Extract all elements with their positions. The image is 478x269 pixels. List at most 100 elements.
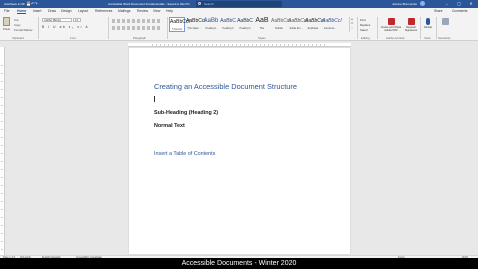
vertical-ruler[interactable] [0,47,5,255]
paste-icon[interactable] [3,17,10,26]
minimize-button[interactable]: – [444,1,450,7]
font-formatting-buttons[interactable]: B I U ab x₂ x² A [42,25,89,29]
tab-review[interactable]: Review [137,9,148,13]
style-subtitle[interactable]: AaBbCcI Subtitle [271,17,291,32]
style-title[interactable]: AaB Title [254,17,270,32]
font-size-select[interactable]: 11 [73,18,81,22]
dictate-label: Dictate [423,26,433,29]
tab-draw[interactable]: Draw [48,9,56,13]
ribbon-tabs: File Home Insert Draw Design Layout Refe… [0,8,478,15]
tab-mailings[interactable]: Mailings [118,9,130,13]
style-sample: AaBbCcI [186,18,206,24]
tab-layout[interactable]: Layout [78,9,88,13]
search-box[interactable]: Search [196,1,282,7]
styles-group-label: Styles [258,36,266,40]
select-button[interactable]: Select [360,28,368,32]
group-divider [377,17,378,39]
close-button[interactable]: ✕ [468,1,474,7]
style-sample: AaBbC [220,18,236,24]
style-name: Heading 1 [205,27,217,30]
tab-references[interactable]: References [95,9,112,13]
ribbon: Paste Cut Copy Format Painter Clipboard … [0,15,478,41]
request-signatures-label: Request Signatures [404,26,418,32]
style-sample: AaBb [203,18,219,24]
style-subtle-emphasis[interactable]: AaBbCcI Subtle Em... [288,17,308,32]
style-heading-1[interactable]: AaBb Heading 1 [203,17,219,32]
group-divider [357,17,358,39]
tab-file[interactable]: File [4,9,9,13]
find-button[interactable]: Find [360,18,365,22]
copy-button[interactable]: Copy [14,23,21,27]
signature-icon [407,18,415,25]
sensitivity-button[interactable] [438,18,452,26]
toc-text[interactable]: Insert a Table of Contents [154,151,215,157]
text-cursor [154,96,155,102]
group-divider [420,17,421,39]
style-heading-3[interactable]: AaBbC Heading 3 [237,17,253,32]
ruler-ticks [1,65,3,251]
create-adobe-pdf-label: Create and Share Adobe PDF [380,26,402,32]
paragraph-align-buttons[interactable] [112,26,162,30]
share-button[interactable]: Share [434,9,443,13]
adobe-group-label: Adobe Acrobat [386,36,405,40]
group-divider [167,17,168,39]
horizontal-ruler[interactable] [128,43,351,47]
tab-insert[interactable]: Insert [33,9,41,13]
comments-button[interactable]: Comments [452,9,467,13]
style-sample: AaBbC [237,18,253,24]
font-group-label: Font [70,36,76,40]
pdf-icon [387,18,395,25]
paragraph-list-buttons[interactable] [112,19,162,23]
voice-group-label: Voice [424,36,431,40]
style-heading-2[interactable]: AaBbC Heading 2 [220,17,236,32]
style-sample: AaBbCcI [288,18,308,24]
request-signatures-button[interactable]: Request Signatures [404,18,418,32]
sensitivity-group-label: Sensitivity [438,36,451,40]
tab-home[interactable]: Home [17,9,27,14]
replace-button[interactable]: Replace [360,23,370,27]
style-intense-emphasis[interactable]: AaBbCcI Intense E... [322,17,342,32]
group-divider [38,17,39,39]
video-caption: Accessible Documents - Winter 2020 [0,258,478,269]
tab-help[interactable]: Help [166,9,173,13]
style-sample: AaB [255,17,269,24]
paragraph-group-label: Paragraph [133,36,147,40]
dictate-button[interactable]: Dictate [422,18,434,29]
style-name: Heading 2 [222,27,234,30]
quick-access-toolbar[interactable]: 💾↶↷ [26,1,40,7]
style-sample: AaBbCcI [305,18,325,24]
heading-2-text[interactable]: Sub-Heading (Heading 2) [154,110,218,116]
style-name: Subtle Em... [289,27,303,30]
style-name: Heading 3 [239,27,251,30]
style-name: ¶ No Spac... [187,27,201,30]
style-sample: AaBbCcI [322,18,342,24]
paste-button[interactable]: Paste [3,27,10,31]
avatar[interactable] [420,1,425,6]
style-name: ¶ Normal [172,28,182,31]
search-icon [198,2,201,5]
format-painter-button[interactable]: Format Painter [14,28,33,32]
font-family-select[interactable]: Calibri (Body) [42,18,72,22]
heading-1-text[interactable]: Creating an Accessible Document Structur… [154,82,297,91]
style-normal[interactable]: AaBbCcI ¶ Normal [169,17,190,32]
tab-design[interactable]: Design [61,9,72,13]
clipboard-group-label: Clipboard [12,36,24,40]
cut-button[interactable]: Cut [14,18,18,22]
sensitivity-icon [441,18,449,25]
document-page[interactable]: Creating an Accessible Document Structur… [129,48,350,254]
user-name[interactable]: Joanne Brennecke [392,2,417,6]
styles-gallery: AaBbCcI ¶ Normal AaBbCcI ¶ No Spac... AaBb… [169,17,355,33]
style-name: Title [259,27,265,30]
normal-text[interactable]: Normal Text [154,123,185,129]
style-emphasis[interactable]: AaBbCcI Emphasis [305,17,325,32]
group-divider [436,17,437,39]
search-placeholder: Search [204,2,214,6]
microphone-icon [426,18,430,25]
styles-scroll-arrows[interactable]: ▴ ▾ ⌄ [349,17,354,32]
style-name: Intense E... [323,27,337,30]
autosave-toggle[interactable]: AutoSave ● Off [4,2,24,6]
create-adobe-pdf-button[interactable]: Create and Share Adobe PDF [380,18,402,32]
maximize-button[interactable]: ▢ [456,1,462,7]
style-no-spacing[interactable]: AaBbCcI ¶ No Spac... [186,17,206,32]
tab-view[interactable]: View [153,9,160,13]
